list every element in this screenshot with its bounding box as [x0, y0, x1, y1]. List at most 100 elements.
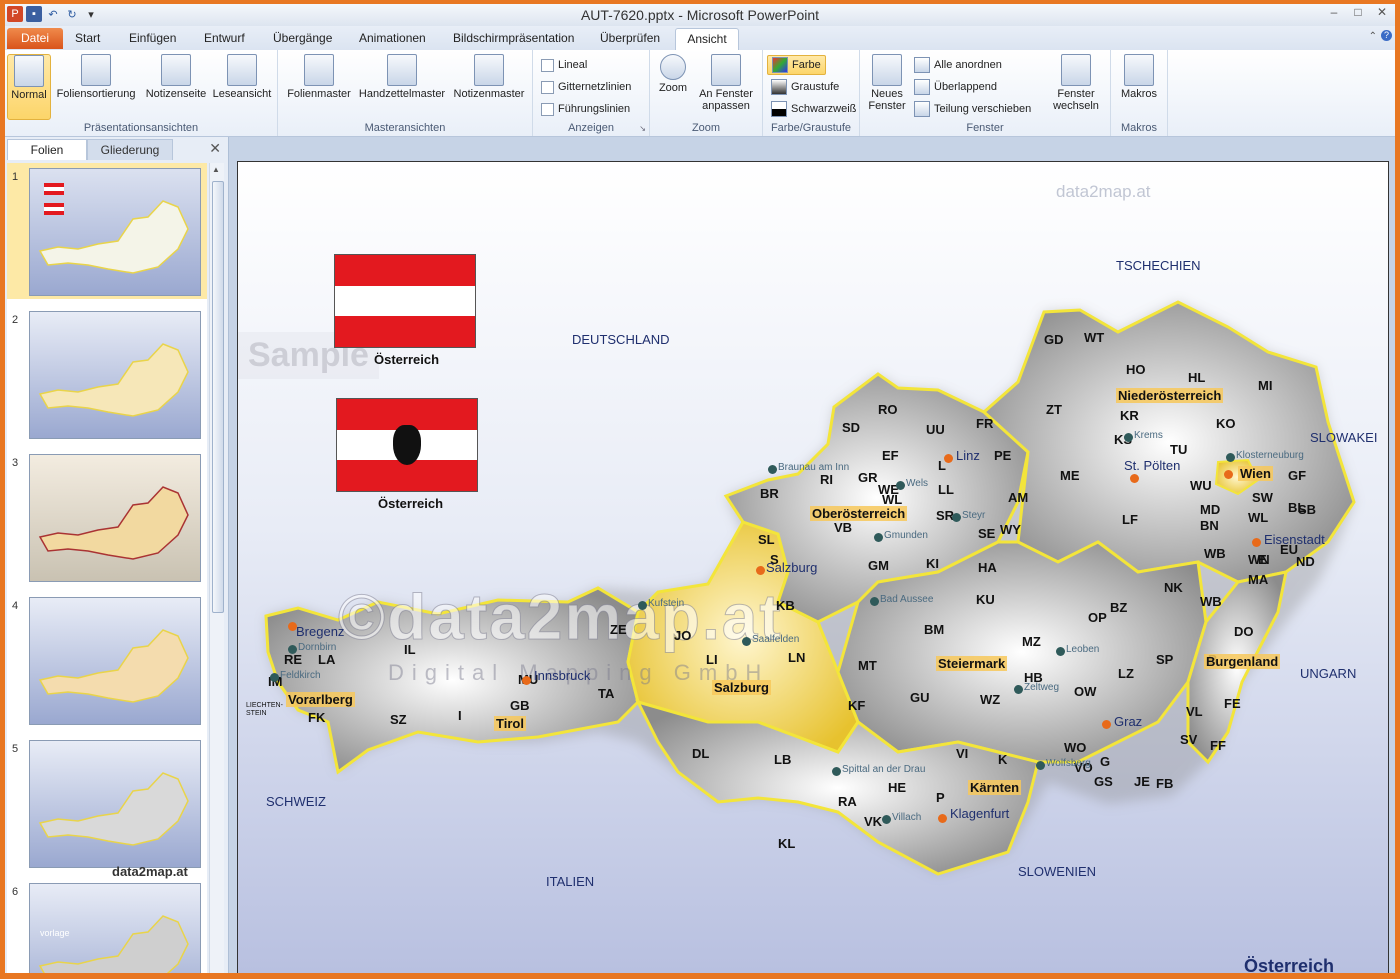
ruler-checkbox[interactable]: Lineal	[541, 56, 587, 74]
reading-view-button[interactable]: Leseansicht	[210, 54, 274, 100]
tab-ansicht[interactable]: Ansicht	[675, 28, 739, 50]
district-label: DL	[692, 746, 710, 761]
thumbnail-map	[38, 343, 189, 417]
district-label: FE	[1224, 696, 1241, 711]
grayscale-button[interactable]: Graustufe	[771, 78, 839, 96]
close-pane-icon[interactable]: ✕	[209, 140, 221, 157]
group-window: Neues Fenster Alle anordnen Überlappend …	[860, 50, 1111, 136]
current-slide[interactable]: data2map.at ©data2map.at Digital Mapping…	[237, 161, 1389, 973]
town-marker	[270, 673, 279, 682]
help-icon[interactable]: ?	[1381, 30, 1392, 41]
slide-thumbnail-3[interactable]: 3	[7, 449, 207, 585]
tab-uebergaenge[interactable]: Übergänge	[265, 28, 340, 49]
town-marker	[1124, 433, 1133, 442]
slide-sorter-button[interactable]: Foliensortierung	[51, 54, 141, 100]
normal-view-button[interactable]: Normal	[7, 54, 51, 120]
district-label: GB	[510, 698, 530, 713]
district-label: LL	[938, 482, 954, 497]
maximize-icon[interactable]: □	[1349, 5, 1367, 19]
slide-thumbnail-1[interactable]: 1	[7, 163, 207, 299]
district-label: WL	[1248, 510, 1269, 525]
notes-page-button[interactable]: Notizenseite	[143, 54, 209, 100]
district-label: BL	[1288, 500, 1306, 515]
tab-entwurf[interactable]: Entwurf	[196, 28, 253, 49]
state-burgenland: Burgenland	[1204, 654, 1281, 669]
minimize-ribbon-icon[interactable]: ⌃	[1369, 31, 1377, 42]
tab-datei[interactable]: Datei	[7, 28, 63, 49]
district-label: KR	[1120, 408, 1139, 423]
color-button[interactable]: Farbe	[767, 55, 826, 75]
slide-thumbnail-image	[29, 597, 201, 725]
title-bar: P ▪ ↶ ↻ ▾ AUT-7620.pptx - Microsoft Powe…	[5, 4, 1395, 27]
thumbnails-scrollbar[interactable]: ▲	[209, 163, 224, 973]
fit-window-icon	[711, 54, 741, 86]
tab-animationen[interactable]: Animationen	[351, 28, 434, 49]
tab-slides[interactable]: Folien	[7, 139, 87, 160]
scroll-up-icon[interactable]: ▲	[212, 165, 220, 174]
macros-button[interactable]: Makros	[1115, 54, 1163, 100]
dialog-launcher-icon[interactable]: ↘	[639, 124, 646, 133]
switch-windows-button[interactable]: Fenster wechseln	[1046, 54, 1106, 112]
group-presentation-views: Normal Foliensortierung Notizenseite Les…	[5, 50, 278, 136]
district-label: HO	[1126, 362, 1146, 377]
arrange-all-button[interactable]: Alle anordnen	[914, 56, 1002, 74]
thumbnail-map	[38, 629, 189, 703]
tab-outline[interactable]: Gliederung	[87, 139, 173, 160]
guides-checkbox[interactable]: Führungslinien	[541, 100, 630, 118]
zoom-button[interactable]: Zoom	[654, 54, 692, 94]
district-label: KU	[976, 592, 995, 607]
district-label: ZE	[610, 622, 627, 637]
slide-master-button[interactable]: Folienmaster	[284, 54, 354, 100]
district-label: IL	[404, 642, 416, 657]
district-label: FK	[308, 710, 326, 725]
town-marker	[870, 597, 879, 606]
town-wels: Wels	[906, 478, 929, 489]
district-label: FF	[1210, 738, 1226, 753]
slide-thumbnail-4[interactable]: 4	[7, 592, 207, 728]
town-bad_aussee: Bad Aussee	[880, 594, 934, 605]
district-label: KL	[778, 836, 796, 851]
district-label: KO	[1216, 416, 1236, 431]
scroll-thumb[interactable]	[212, 181, 224, 613]
fit-window-button[interactable]: An Fenster anpassen	[694, 54, 758, 112]
black-white-button[interactable]: Schwarzweiß	[771, 100, 856, 118]
group-label: Präsentationsansichten	[83, 122, 199, 134]
group-macros: Makros Makros	[1111, 50, 1168, 136]
thumbnail-map	[38, 486, 189, 560]
district-label: FR	[976, 416, 994, 431]
district-label: GS	[1094, 774, 1113, 789]
thumbnail-text: vorlage	[40, 928, 70, 938]
town-wolfsberg: Wolfsberg	[1046, 758, 1091, 769]
district-label: SE	[978, 526, 996, 541]
slide-thumbnail-image: vorlage	[29, 883, 201, 973]
tab-ueberpruefen[interactable]: Überprüfen	[592, 28, 668, 49]
tab-bildschirmpraesentation[interactable]: Bildschirmpräsentation	[445, 28, 582, 49]
gridlines-checkbox[interactable]: Gitternetzlinien	[541, 78, 631, 96]
split-button[interactable]: Teilung verschieben	[914, 100, 1031, 118]
notes-master-button[interactable]: Notizenmaster	[450, 54, 528, 100]
slide-thumbnail-image	[29, 740, 201, 868]
thumbnail-map-outline	[38, 486, 189, 560]
slide-thumbnail-2[interactable]: 2	[7, 306, 207, 442]
tab-start[interactable]: Start	[67, 28, 108, 49]
new-window-button[interactable]: Neues Fenster	[866, 54, 908, 112]
eagle-icon	[393, 425, 421, 465]
district-label: K	[998, 752, 1008, 767]
handout-master-button[interactable]: Handzettelmaster	[356, 54, 448, 100]
tab-einfuegen[interactable]: Einfügen	[121, 28, 184, 49]
town-marker	[742, 637, 751, 646]
capital-marker	[944, 454, 953, 463]
district-label: LZ	[1118, 666, 1134, 681]
state-niederoesterreich: Niederösterreich	[1116, 388, 1224, 403]
slide-thumbnail-5[interactable]: 5	[7, 735, 207, 871]
close-icon[interactable]: ✕	[1373, 5, 1391, 19]
notes-page-icon	[161, 54, 191, 86]
group-master-views: Folienmaster Handzettelmaster Notizenmas…	[278, 50, 533, 136]
district-label: WB	[1200, 594, 1222, 609]
arrange-all-icon	[914, 57, 930, 73]
minimize-icon[interactable]: –	[1325, 5, 1343, 19]
cascade-button[interactable]: Überlappend	[914, 78, 997, 96]
district-label: WZ	[980, 692, 1001, 707]
slide-thumbnail-6[interactable]: 6 vorlage	[7, 878, 207, 973]
district-label: VL	[1186, 704, 1203, 719]
